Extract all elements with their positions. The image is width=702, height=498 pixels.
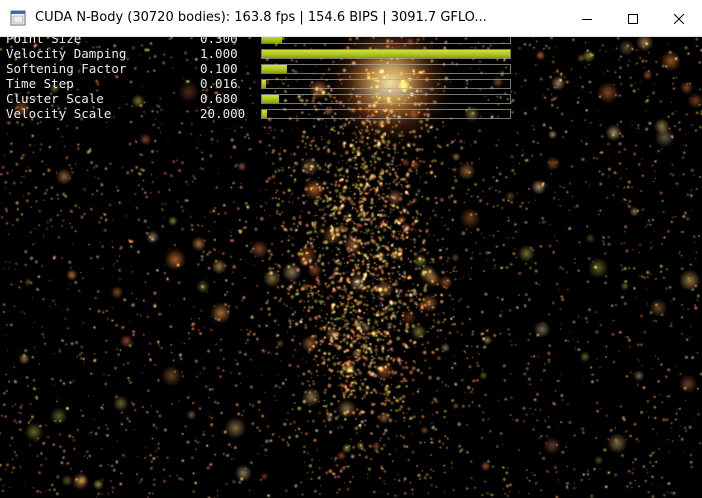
- param-row-velocity-damping[interactable]: Velocity Damping 1.000: [0, 46, 520, 61]
- close-button[interactable]: [656, 0, 702, 37]
- param-slider-fill: [262, 50, 510, 58]
- param-value: 0.680: [200, 91, 238, 106]
- param-label: Velocity Scale: [6, 106, 112, 121]
- param-slider-fill: [262, 110, 267, 118]
- param-slider[interactable]: [261, 109, 511, 119]
- param-slider-fill: [262, 80, 266, 88]
- param-row-velocity-scale[interactable]: Velocity Scale 20.000: [0, 106, 520, 121]
- param-value: 20.000: [200, 106, 246, 121]
- maximize-button[interactable]: [610, 0, 656, 37]
- param-slider-fill: [262, 65, 287, 73]
- parameter-panel: Point Size 0.300 Velocity Damping 1.000 …: [0, 37, 520, 127]
- close-icon: [674, 13, 684, 24]
- param-label: Point Size: [6, 37, 82, 46]
- param-value: 1.000: [200, 46, 238, 61]
- param-slider-fill: [262, 95, 279, 103]
- window-controls: [564, 0, 702, 37]
- param-label: Time Step: [6, 76, 74, 91]
- param-row-point-size[interactable]: Point Size 0.300: [0, 37, 520, 46]
- param-slider[interactable]: [261, 49, 511, 59]
- param-value: 0.016: [200, 76, 238, 91]
- param-slider[interactable]: [261, 79, 511, 89]
- param-value: 0.100: [200, 61, 238, 76]
- param-slider[interactable]: [261, 94, 511, 104]
- param-label: Softening Factor: [6, 61, 127, 76]
- param-slider[interactable]: [261, 37, 511, 44]
- param-slider-fill: [262, 37, 282, 43]
- param-row-cluster-scale[interactable]: Cluster Scale 0.680: [0, 91, 520, 106]
- title-bar[interactable]: CUDA N-Body (30720 bodies): 163.8 fps | …: [0, 0, 702, 37]
- maximize-icon: [628, 13, 638, 24]
- nbody-window: CUDA N-Body (30720 bodies): 163.8 fps | …: [0, 0, 702, 498]
- param-slider[interactable]: [261, 64, 511, 74]
- minimize-icon: [582, 18, 592, 20]
- param-value: 0.300: [200, 37, 238, 46]
- minimize-button[interactable]: [564, 0, 610, 37]
- param-row-time-step[interactable]: Time Step 0.016: [0, 76, 520, 91]
- param-label: Cluster Scale: [6, 91, 104, 106]
- param-label: Velocity Damping: [6, 46, 127, 61]
- window-title: CUDA N-Body (30720 bodies): 163.8 fps | …: [35, 10, 487, 25]
- application-icon: [10, 10, 26, 26]
- param-row-softening-factor[interactable]: Softening Factor 0.100: [0, 61, 520, 76]
